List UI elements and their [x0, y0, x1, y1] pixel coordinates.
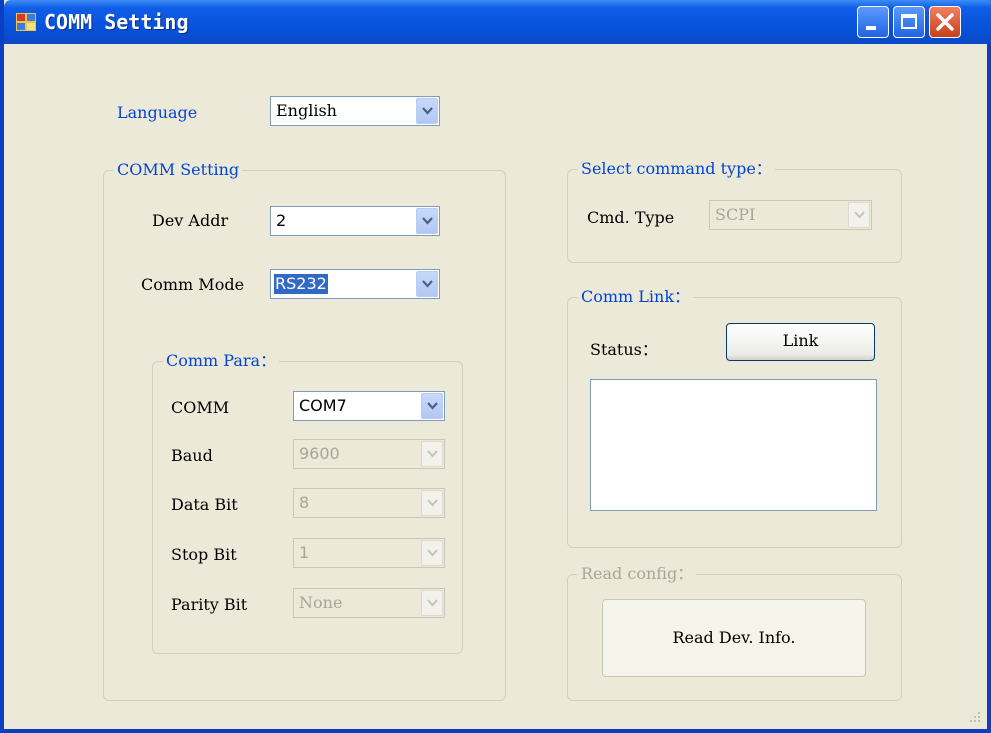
comm-setting-window: COMM Setting Language English COMM Setti… [0, 0, 991, 733]
chevron-down-icon [427, 499, 438, 507]
minimize-icon [866, 26, 876, 30]
data-bit-label: Data Bit [171, 495, 238, 514]
baud-select[interactable]: 9600 [293, 439, 445, 469]
cmd-type-select[interactable]: SCPI [709, 200, 872, 230]
language-dropdown-button[interactable] [416, 98, 438, 124]
comm-mode-select[interactable]: RS232 [270, 269, 440, 299]
comm-mode-value: RS232 [274, 274, 328, 294]
cmd-type-value: SCPI [715, 205, 756, 224]
data-bit-select[interactable]: 8 [293, 488, 445, 518]
parity-bit-label: Parity Bit [171, 595, 248, 614]
parity-bit-dropdown-button[interactable] [421, 590, 443, 616]
chevron-down-icon [427, 450, 438, 458]
app-icon [16, 13, 36, 31]
chevron-down-icon [422, 107, 433, 115]
window-title: COMM Setting [44, 10, 189, 34]
stop-bit-select[interactable]: 1 [293, 538, 445, 568]
resize-grip-icon[interactable] [967, 709, 981, 723]
select-command-type-title: Select command type： [578, 158, 775, 180]
baud-label: Baud [171, 446, 213, 465]
comm-port-label: COMM [171, 398, 230, 417]
maximize-button[interactable] [893, 6, 925, 38]
comm-setting-title: COMM Setting [114, 159, 243, 181]
dev-addr-value: 2 [276, 211, 287, 230]
minimize-button[interactable] [857, 6, 889, 38]
close-button[interactable] [929, 6, 961, 38]
baud-value: 9600 [299, 444, 340, 463]
status-label: Status： [590, 340, 658, 359]
stop-bit-label: Stop Bit [171, 545, 237, 564]
chevron-down-icon [427, 599, 438, 607]
read-dev-info-button[interactable]: Read Dev. Info. [602, 599, 866, 677]
comm-para-title: Comm Para： [163, 350, 280, 372]
data-bit-value: 8 [299, 493, 310, 512]
chevron-down-icon [427, 402, 438, 410]
chevron-down-icon [422, 280, 433, 288]
comm-mode-label: Comm Mode [141, 275, 245, 294]
stop-bit-value: 1 [299, 543, 310, 562]
baud-dropdown-button[interactable] [421, 441, 443, 467]
read-config-title: Read config： [578, 563, 697, 585]
comm-port-value: COM7 [299, 396, 347, 415]
parity-bit-value: None [299, 593, 343, 612]
maximize-icon [901, 14, 917, 29]
title-bar[interactable]: COMM Setting [4, 0, 991, 44]
dev-addr-select[interactable]: 2 [270, 206, 440, 236]
comm-link-title: Comm Link： [578, 286, 694, 308]
language-value: English [276, 101, 337, 120]
cmd-type-label: Cmd. Type [587, 208, 675, 227]
comm-mode-dropdown-button[interactable] [416, 271, 438, 297]
parity-bit-select[interactable]: None [293, 588, 445, 618]
link-button[interactable]: Link [726, 323, 875, 361]
status-text-box[interactable] [590, 379, 877, 511]
close-icon [936, 13, 954, 31]
data-bit-dropdown-button[interactable] [421, 490, 443, 516]
dev-addr-label: Dev Addr [152, 211, 229, 230]
language-label: Language [117, 103, 198, 122]
chevron-down-icon [427, 549, 438, 557]
comm-port-select[interactable]: COM7 [293, 391, 445, 421]
stop-bit-dropdown-button[interactable] [421, 540, 443, 566]
chevron-down-icon [854, 211, 865, 219]
chevron-down-icon [422, 217, 433, 225]
cmd-type-dropdown-button[interactable] [848, 202, 870, 228]
language-select[interactable]: English [270, 96, 440, 126]
dev-addr-dropdown-button[interactable] [416, 208, 438, 234]
comm-port-dropdown-button[interactable] [421, 393, 443, 419]
